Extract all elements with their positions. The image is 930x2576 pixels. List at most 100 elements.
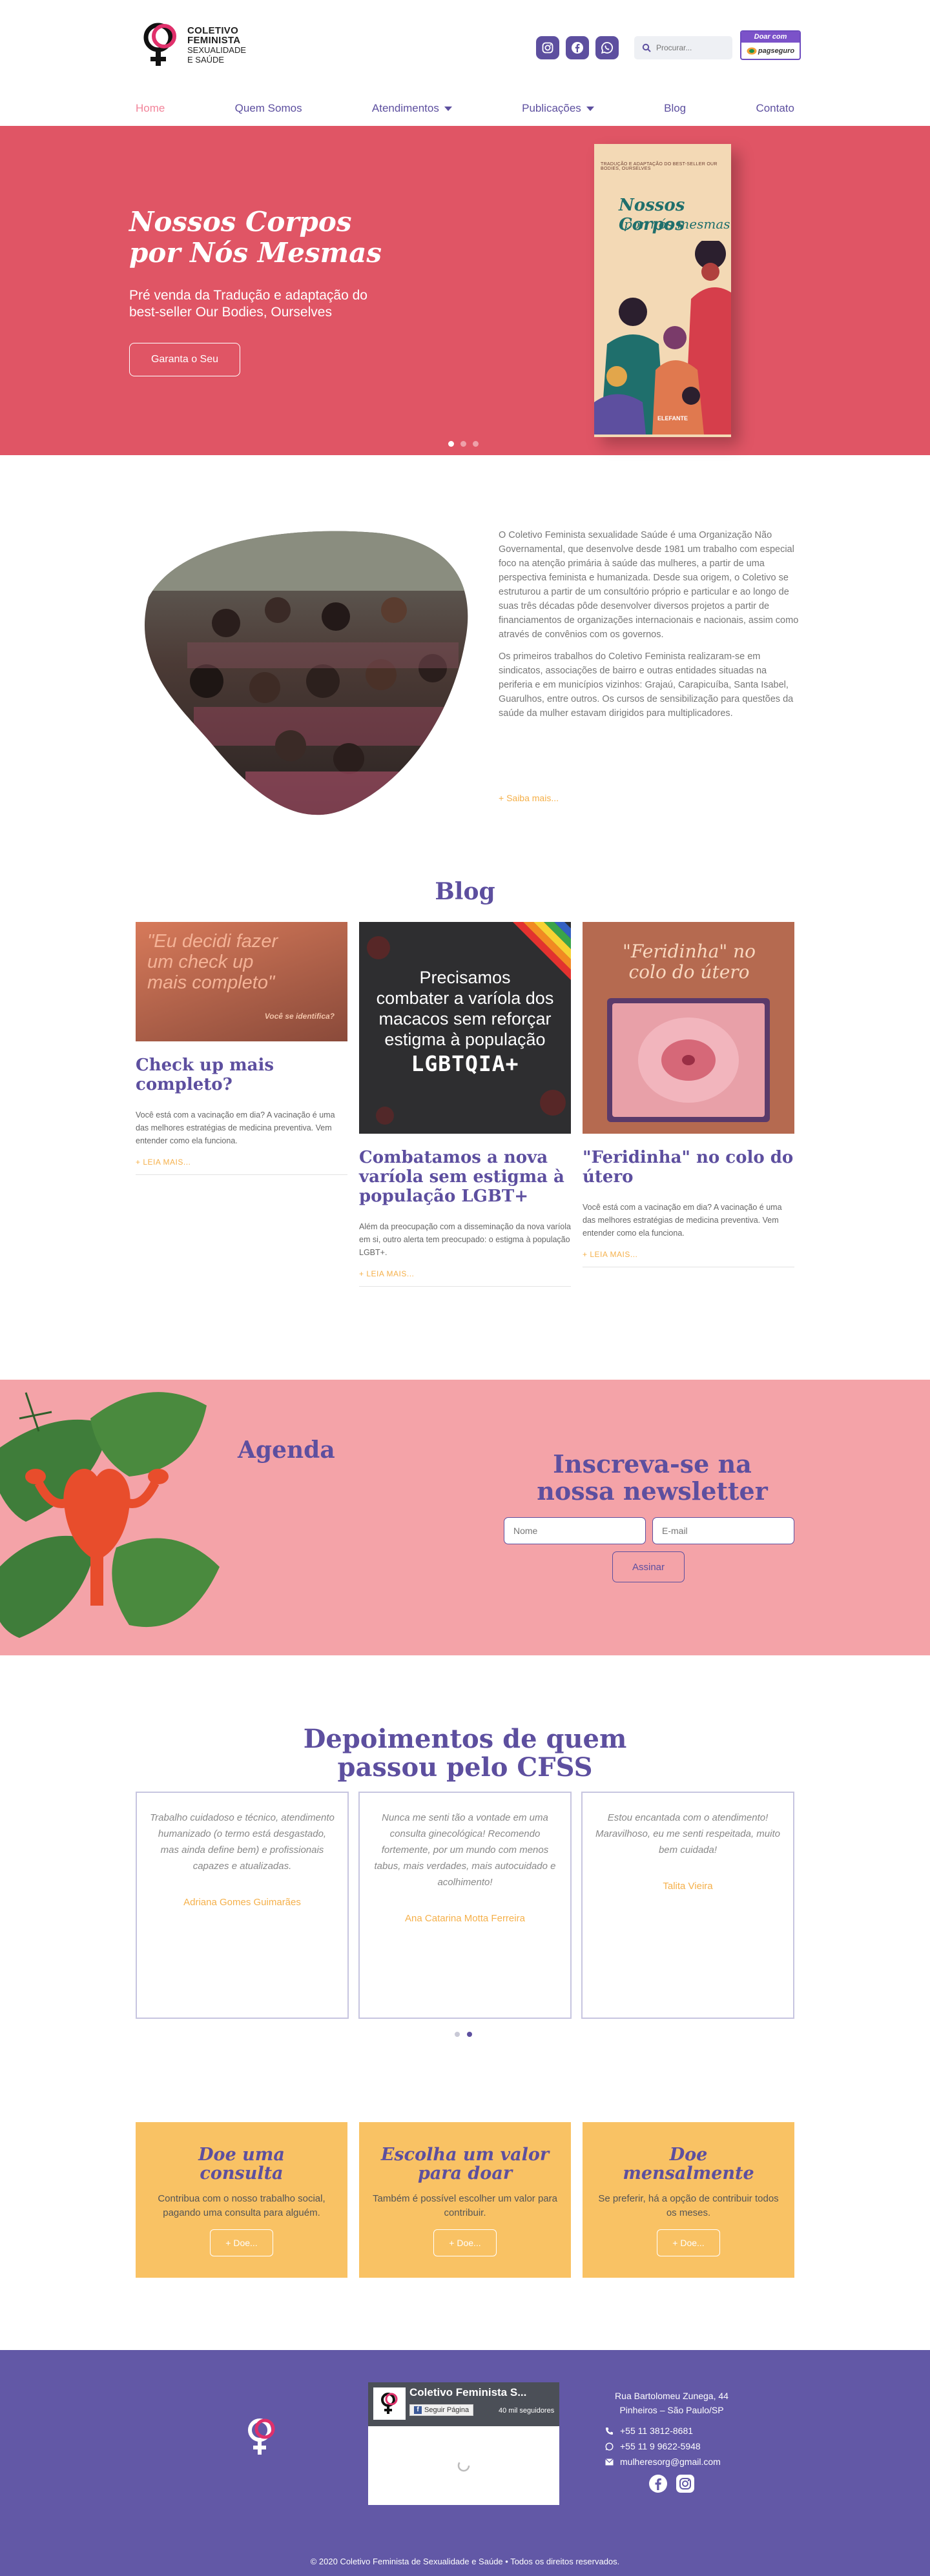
footer-copyright: © 2020 Coletivo Feminista de Sexualidade… xyxy=(310,2557,620,2566)
slider-dot-3[interactable] xyxy=(473,441,479,447)
search-icon xyxy=(642,43,651,52)
group-photo-blob xyxy=(144,531,468,815)
footer-email[interactable]: mulheresorg@gmail.com xyxy=(597,2455,746,2469)
testimonial-author: Talita Vieira xyxy=(663,1881,713,1892)
footer-social-links xyxy=(597,2474,746,2493)
main-nav: Home Quem Somos Atendimentos Publicações… xyxy=(136,102,794,115)
blog-post-title[interactable]: Check up mais completo? xyxy=(136,1056,347,1094)
email-address: mulheresorg@gmail.com xyxy=(620,2457,721,2467)
nav-home-label: Home xyxy=(136,102,165,114)
nav-publicacoes[interactable]: Publicações xyxy=(522,102,594,115)
newsletter-email-field[interactable] xyxy=(652,1517,794,1544)
facebook-follow-button[interactable]: f Seguir Página xyxy=(409,2404,474,2416)
facebook-page-name[interactable]: Coletivo Feminista S... xyxy=(409,2386,526,2399)
phone-icon xyxy=(606,2427,613,2435)
donate-card-title: Escolha um valor para doar xyxy=(359,2145,571,2183)
testimonial-quote: Nunca me senti tão a vontade em uma cons… xyxy=(374,1812,556,1888)
post-image-line-4: estigma à população xyxy=(384,1030,546,1049)
nav-contato-label: Contato xyxy=(756,102,794,114)
blog-post-card: Precisamos combater a varíola dos macaco… xyxy=(359,922,571,1287)
footer-whatsapp[interactable]: +55 11 9 9622-5948 xyxy=(597,2439,746,2453)
donate-button[interactable]: + Doe... xyxy=(433,2229,497,2256)
donate-card-consulta: Doe uma consulta Contribua com o nosso t… xyxy=(136,2122,347,2278)
blog-post-title[interactable]: Combatamos a nova varíola sem estigma à … xyxy=(359,1148,571,1206)
donate-card-title-line2: mensalmente xyxy=(623,2163,754,2183)
blog-post-image[interactable]: "Feridinha" no colo do útero xyxy=(583,922,794,1134)
blog-read-more-link[interactable]: + LEIA MAIS... xyxy=(583,1250,794,1267)
blog-read-more-link[interactable]: + LEIA MAIS... xyxy=(359,1269,571,1287)
newsletter-subscribe-button[interactable]: Assinar xyxy=(612,1551,685,1582)
nav-blog[interactable]: Blog xyxy=(664,102,686,115)
whatsapp-number: +55 11 9 9622-5948 xyxy=(620,2441,701,2451)
facebook-icon: f xyxy=(414,2406,422,2414)
chevron-down-icon xyxy=(586,106,594,111)
testimonial-author: Ana Catarina Motta Ferreira xyxy=(405,1913,525,1924)
testimonials-pagination xyxy=(455,2032,472,2037)
newsletter-name-field[interactable] xyxy=(504,1517,646,1544)
post-image-line-3: macacos sem reforçar xyxy=(378,1009,552,1028)
instagram-icon[interactable] xyxy=(536,36,559,59)
facebook-icon[interactable] xyxy=(566,36,589,59)
hero-cta-button[interactable]: Garanta o Seu xyxy=(129,343,240,376)
newsletter-title: Inscreva-se na nossa newsletter xyxy=(504,1451,801,1505)
post-image-line-2: combater a varíola dos xyxy=(376,988,554,1008)
pagseguro-donate-button[interactable]: Doar com pagseguro xyxy=(740,30,801,60)
testimonial-card: Trabalho cuidadoso e técnico, atendiment… xyxy=(136,1792,349,2019)
footer-logo-icon[interactable] xyxy=(240,2415,279,2460)
instagram-icon[interactable] xyxy=(676,2474,695,2493)
donate-card-title-line1: Doe uma xyxy=(198,2145,285,2165)
facebook-page-avatar xyxy=(373,2387,406,2420)
testimonial-quote: Estou encantada com o atendimento! Marav… xyxy=(595,1812,780,1855)
footer-phone[interactable]: +55 11 3812-8681 xyxy=(597,2424,746,2438)
hero-slider-dots xyxy=(448,441,479,447)
donate-card-text: Contribua com o nosso trabalho social, p… xyxy=(158,2193,326,2218)
site-footer: Coletivo Feminista S... f Seguir Página … xyxy=(0,2350,930,2576)
nav-home[interactable]: Home xyxy=(136,102,165,115)
book-illustration xyxy=(594,241,731,434)
search-input[interactable] xyxy=(656,43,727,52)
newsletter-title-line2: nossa newsletter xyxy=(537,1477,768,1506)
newsletter-title-line1: Inscreva-se na xyxy=(553,1449,752,1478)
nav-atendimentos[interactable]: Atendimentos xyxy=(372,102,452,115)
facebook-follow-label: Seguir Página xyxy=(424,2406,470,2414)
blog-post-title[interactable]: "Feridinha" no colo do útero xyxy=(583,1148,794,1187)
pagseguro-logo: pagseguro xyxy=(741,43,800,59)
donate-card-title-line1: Escolha um valor xyxy=(380,2145,550,2165)
blog-post-image[interactable]: Precisamos combater a varíola dos macaco… xyxy=(359,922,571,1134)
blog-post-image[interactable]: "Eu decidi fazer um check up mais comple… xyxy=(136,922,347,1041)
site-logo[interactable]: COLETIVO FEMINISTA SEXUALIDADE E SAÚDE xyxy=(136,19,246,71)
blog-post-excerpt: Além da preocupação com a disseminação d… xyxy=(359,1222,571,1257)
donate-card-valor: Escolha um valor para doar Também é poss… xyxy=(359,2122,571,2278)
post-image-line-5: LGBTQIA+ xyxy=(411,1051,519,1076)
whatsapp-icon[interactable] xyxy=(595,36,619,59)
loading-spinner-icon xyxy=(457,2459,470,2472)
hero-title-line2: por Nós Mesmas xyxy=(129,237,382,269)
nav-blog-label: Blog xyxy=(664,102,687,114)
donate-button[interactable]: + Doe... xyxy=(657,2229,720,2256)
blog-post-excerpt: Você está com a vacinação em dia? A vaci… xyxy=(583,1203,782,1238)
about-more-link[interactable]: + Saiba mais... xyxy=(499,793,559,803)
nav-atendimentos-label: Atendimentos xyxy=(371,102,439,114)
donate-card-mensal: Doe mensalmente Se preferir, há a opção … xyxy=(583,2122,794,2278)
facebook-page-widget[interactable]: Coletivo Feminista S... f Seguir Página … xyxy=(368,2382,559,2505)
slider-dot-2[interactable] xyxy=(460,441,466,447)
testimonial-page-dot-1[interactable] xyxy=(455,2032,460,2037)
book-cover-image: TRADUÇÃO E ADAPTAÇÃO DO BEST-SELLER OUR … xyxy=(594,144,731,437)
testimonial-page-dot-2[interactable] xyxy=(467,2032,472,2037)
facebook-icon[interactable] xyxy=(648,2474,668,2493)
facebook-widget-header: Coletivo Feminista S... f Seguir Página … xyxy=(368,2382,559,2426)
blog-read-more-link[interactable]: + LEIA MAIS... xyxy=(136,1158,347,1175)
blog-section-title: Blog xyxy=(435,878,495,905)
agenda-newsletter-section: Agenda Inscreva-se na nossa newsletter A… xyxy=(0,1380,930,1655)
chevron-down-icon xyxy=(444,106,452,111)
nav-contato[interactable]: Contato xyxy=(756,102,794,115)
slider-dot-1[interactable] xyxy=(448,441,454,447)
phone-number: +55 11 3812-8681 xyxy=(620,2426,694,2436)
donate-card-title: Doe mensalmente xyxy=(583,2145,794,2183)
search-box[interactable] xyxy=(634,36,732,59)
email-icon xyxy=(605,2458,614,2465)
donate-card-title-line2: para doar xyxy=(417,2163,513,2183)
nav-quem-somos[interactable]: Quem Somos xyxy=(235,102,302,115)
donate-button[interactable]: + Doe... xyxy=(210,2229,273,2256)
site-header: COLETIVO FEMINISTA SEXUALIDADE E SAÚDE D… xyxy=(0,0,930,126)
